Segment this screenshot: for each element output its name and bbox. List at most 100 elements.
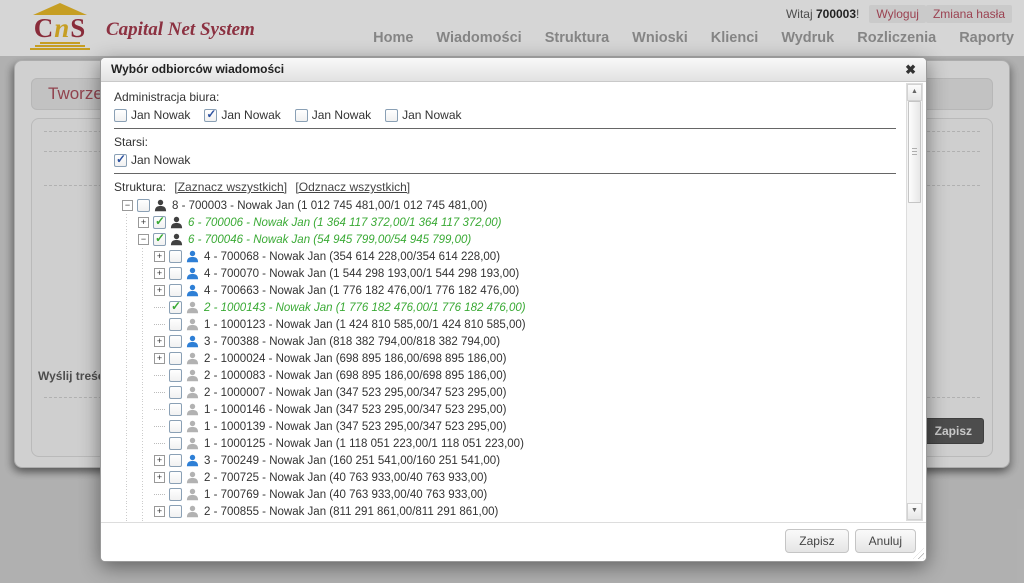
tree-checkbox[interactable] bbox=[169, 420, 182, 433]
tree-connector bbox=[154, 307, 165, 308]
tree-row: 1 - 1000146 - Nowak Jan (347 523 295,00/… bbox=[122, 401, 896, 418]
person-icon bbox=[186, 318, 199, 331]
modal-title: Wybór odbiorców wiadomości bbox=[111, 62, 284, 76]
select-all-link[interactable]: [Zaznacz wszystkich] bbox=[174, 180, 287, 194]
recipient-picker-modal: Wybór odbiorców wiadomości ✖ Administrac… bbox=[100, 57, 927, 562]
tree-row-label: 1 - 700769 - Nowak Jan (40 763 933,00/40… bbox=[204, 489, 487, 501]
tree-indent-line bbox=[138, 367, 154, 384]
modal-save-button[interactable]: Zapisz bbox=[785, 529, 848, 553]
tree-row-label: 2 - 1000007 - Nowak Jan (347 523 295,00/… bbox=[204, 387, 506, 399]
person-icon bbox=[186, 488, 199, 501]
tree-row-label: 3 - 700388 - Nowak Jan (818 382 794,00/8… bbox=[204, 336, 500, 348]
tree-row-label: 1 - 1000123 - Nowak Jan (1 424 810 585,0… bbox=[204, 319, 526, 331]
expand-icon[interactable]: + bbox=[154, 268, 165, 279]
admin-label: Jan Nowak bbox=[221, 108, 280, 122]
tree-indent-line bbox=[138, 418, 154, 435]
tree-checkbox[interactable] bbox=[169, 471, 182, 484]
tree-checkbox[interactable] bbox=[169, 318, 182, 331]
admin-checkbox[interactable] bbox=[385, 109, 398, 122]
tree-checkbox[interactable] bbox=[169, 267, 182, 280]
tree-row-label: 1 - 1000125 - Nowak Jan (1 118 051 223,0… bbox=[204, 438, 524, 450]
person-icon bbox=[170, 233, 183, 246]
tree-row: 1 - 1000139 - Nowak Jan (347 523 295,00/… bbox=[122, 418, 896, 435]
tree-row-label: 2 - 1000024 - Nowak Jan (698 895 186,00/… bbox=[204, 353, 506, 365]
deselect-all-link[interactable]: [Odznacz wszystkich] bbox=[295, 180, 410, 194]
tree-checkbox[interactable] bbox=[169, 454, 182, 467]
tree-checkbox[interactable] bbox=[169, 505, 182, 518]
tree-checkbox[interactable] bbox=[153, 216, 166, 229]
tree-checkbox[interactable] bbox=[169, 301, 182, 314]
tree-row-label: 2 - 700855 - Nowak Jan (811 291 861,00/8… bbox=[204, 506, 498, 518]
tree-indent-line bbox=[138, 452, 154, 469]
tree-indent-line bbox=[122, 333, 138, 350]
expand-icon[interactable]: + bbox=[154, 353, 165, 364]
admin-item: Jan Nowak bbox=[385, 108, 461, 122]
admin-checkbox[interactable] bbox=[295, 109, 308, 122]
tree-checkbox[interactable] bbox=[169, 369, 182, 382]
admin-label: Jan Nowak bbox=[131, 108, 190, 122]
tree-checkbox[interactable] bbox=[169, 284, 182, 297]
admin-checkbox[interactable] bbox=[204, 109, 217, 122]
tree-checkbox[interactable] bbox=[169, 437, 182, 450]
person-icon bbox=[186, 352, 199, 365]
tree-row: 1 - 1000125 - Nowak Jan (1 118 051 223,0… bbox=[122, 435, 896, 452]
tree-checkbox[interactable] bbox=[153, 233, 166, 246]
close-icon[interactable]: ✖ bbox=[905, 58, 916, 81]
tree-checkbox[interactable] bbox=[169, 386, 182, 399]
tree-row: − 6 - 700046 - Nowak Jan (54 945 799,00/5… bbox=[122, 231, 896, 248]
tree-row: +2 - 1000024 - Nowak Jan (698 895 186,00… bbox=[122, 350, 896, 367]
expand-icon[interactable]: + bbox=[154, 251, 165, 262]
expand-icon[interactable]: + bbox=[154, 472, 165, 483]
modal-footer: Zapisz Anuluj bbox=[101, 522, 926, 561]
tree-connector bbox=[154, 409, 165, 410]
tree-indent-line bbox=[122, 503, 138, 520]
tree-indent-line bbox=[122, 316, 138, 333]
tree-row-label: 2 - 700725 - Nowak Jan (40 763 933,00/40… bbox=[204, 472, 487, 484]
admin-label: Jan Nowak bbox=[312, 108, 371, 122]
app-screen: CnS Capital Net System Witaj 700003! Wyl… bbox=[0, 0, 1024, 583]
expand-icon[interactable]: + bbox=[138, 217, 149, 228]
tree-row: 2 - 1000007 - Nowak Jan (347 523 295,00/… bbox=[122, 384, 896, 401]
expand-icon[interactable]: + bbox=[154, 285, 165, 296]
separator bbox=[114, 128, 896, 129]
tree-indent-line bbox=[122, 231, 138, 248]
tree-checkbox[interactable] bbox=[169, 335, 182, 348]
expand-icon[interactable]: + bbox=[154, 506, 165, 517]
collapse-icon[interactable]: − bbox=[138, 234, 149, 245]
admin-checkbox[interactable] bbox=[114, 109, 127, 122]
tree-checkbox[interactable] bbox=[169, 250, 182, 263]
person-icon bbox=[186, 369, 199, 382]
tree-row: +6 - 700006 - Nowak Jan (1 364 117 372,0… bbox=[122, 214, 896, 231]
tree-checkbox[interactable] bbox=[169, 403, 182, 416]
modal-scrollbar[interactable]: ▲ ▼ bbox=[906, 83, 923, 521]
tree-row: +4 - 700068 - Nowak Jan (354 614 228,00/… bbox=[122, 248, 896, 265]
tree-indent-line bbox=[138, 469, 154, 486]
scrollbar-thumb[interactable] bbox=[908, 101, 921, 203]
person-icon bbox=[154, 199, 167, 212]
scroll-down-icon[interactable]: ▼ bbox=[907, 503, 922, 520]
tree-indent-line bbox=[138, 265, 154, 282]
tree-row: 1 - 700769 - Nowak Jan (40 763 933,00/40… bbox=[122, 486, 896, 503]
tree-checkbox[interactable] bbox=[169, 352, 182, 365]
tree-indent-line bbox=[138, 299, 154, 316]
starsi-checkbox-group: Jan Nowak bbox=[114, 153, 896, 167]
tree-indent-line bbox=[122, 452, 138, 469]
expand-icon[interactable]: + bbox=[154, 336, 165, 347]
admin-label: Jan Nowak bbox=[402, 108, 461, 122]
collapse-icon[interactable]: − bbox=[122, 200, 133, 211]
tree-row-label: 8 - 700003 - Nowak Jan (1 012 745 481,00… bbox=[172, 200, 487, 212]
tree-indent-line bbox=[122, 248, 138, 265]
tree-row: +3 - 700388 - Nowak Jan (818 382 794,00/… bbox=[122, 333, 896, 350]
tree-row-label: 4 - 700070 - Nowak Jan (1 544 298 193,00… bbox=[204, 268, 519, 280]
starsi-checkbox[interactable] bbox=[114, 154, 127, 167]
tree-checkbox[interactable] bbox=[169, 488, 182, 501]
tree-checkbox[interactable] bbox=[137, 199, 150, 212]
expand-icon[interactable]: + bbox=[154, 455, 165, 466]
scroll-up-icon[interactable]: ▲ bbox=[907, 84, 922, 101]
tree-indent-line bbox=[122, 367, 138, 384]
tree-indent-line bbox=[138, 503, 154, 520]
tree-connector bbox=[154, 443, 165, 444]
tree-indent-line bbox=[122, 265, 138, 282]
modal-cancel-button[interactable]: Anuluj bbox=[855, 529, 916, 553]
tree-row-label: 6 - 700046 - Nowak Jan (54 945 799,00/54… bbox=[188, 234, 471, 246]
